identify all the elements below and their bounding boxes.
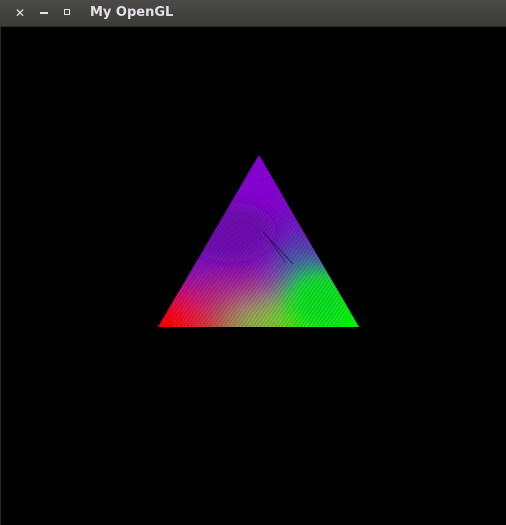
- opengl-canvas[interactable]: [0, 27, 506, 525]
- maximize-button[interactable]: [61, 6, 75, 20]
- render-surface: [158, 155, 359, 327]
- maximize-icon: [64, 9, 70, 15]
- title-bar[interactable]: ✕ My OpenGL: [0, 0, 506, 27]
- window-title: My OpenGL: [90, 5, 174, 20]
- gradient-triangle: [158, 155, 359, 327]
- close-button[interactable]: ✕: [13, 6, 27, 20]
- close-icon: ✕: [14, 6, 26, 20]
- opengl-window: ✕ My OpenGL: [0, 0, 506, 525]
- minimize-icon: [40, 12, 48, 14]
- minimize-button[interactable]: [37, 6, 51, 20]
